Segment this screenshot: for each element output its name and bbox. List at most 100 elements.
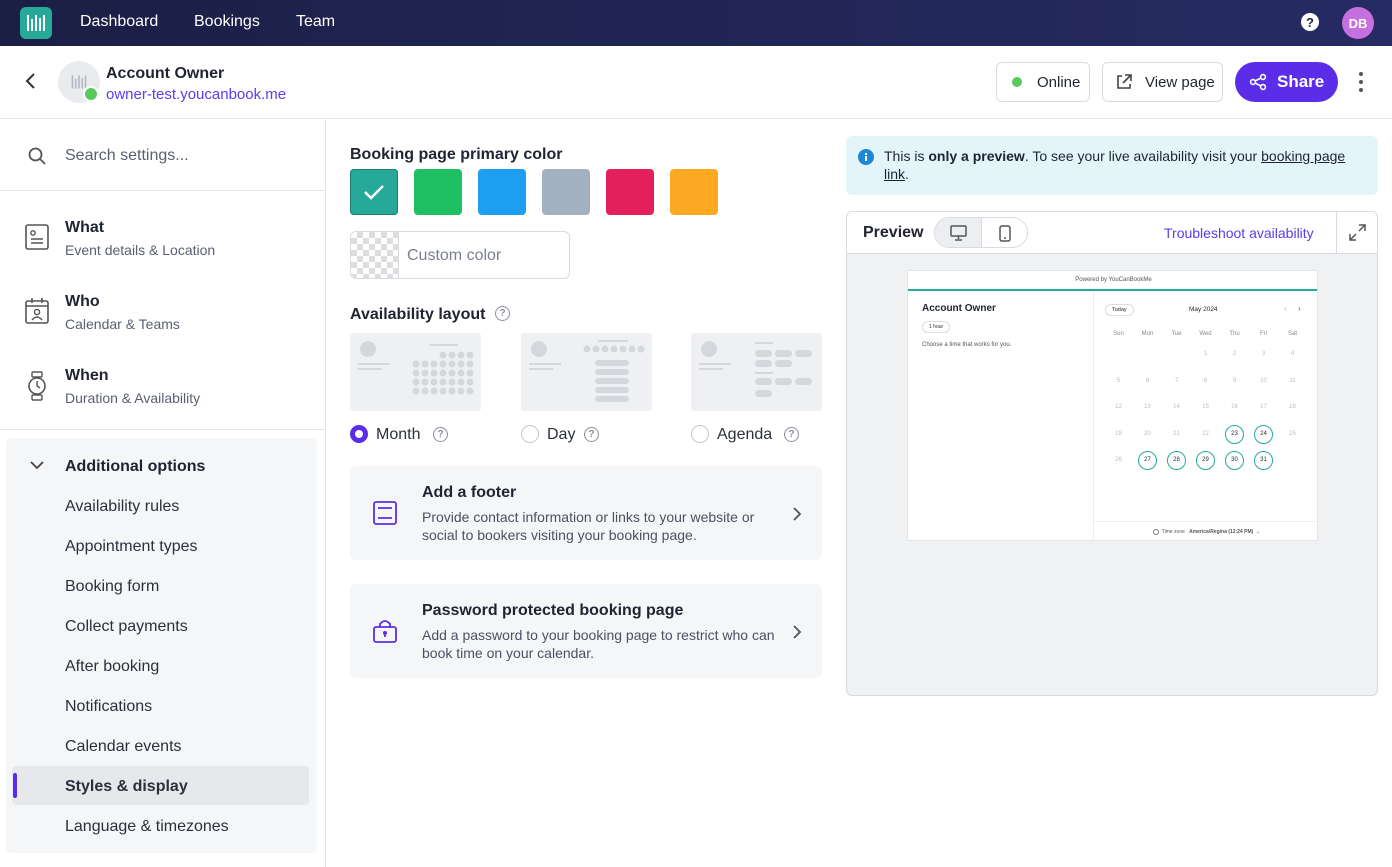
- calendar-day: 7: [1174, 377, 1179, 384]
- day-label[interactable]: Day: [547, 426, 575, 444]
- troubleshoot-availability-link[interactable]: Troubleshoot availability: [1164, 225, 1314, 241]
- chevron-right-icon: [793, 507, 802, 521]
- sidebar-item-styles-display[interactable]: Styles & display: [65, 778, 188, 796]
- share-label: Share: [1277, 72, 1325, 91]
- additional-options-group: Additional options Availability rules Ap…: [6, 438, 317, 853]
- logo-bars-icon: [27, 15, 45, 31]
- app-logo[interactable]: [20, 7, 52, 39]
- timezone-value: America/Regina (12:24 PM): [1189, 529, 1254, 535]
- availability-layout-heading: Availability layout: [350, 306, 486, 323]
- expand-preview-button[interactable]: [1336, 212, 1377, 254]
- month-radio[interactable]: [350, 425, 368, 443]
- account-url-link[interactable]: owner-test.youcanbook.me: [106, 86, 286, 103]
- info-emphasis: only a preview: [928, 148, 1025, 164]
- color-swatch-orange[interactable]: [670, 169, 718, 215]
- additional-options-heading[interactable]: Additional options: [65, 458, 205, 476]
- agenda-radio[interactable]: [691, 425, 709, 443]
- calendar-day: 23: [1231, 430, 1238, 437]
- sidebar-item-after-booking[interactable]: After booking: [65, 658, 159, 676]
- color-swatch-green[interactable]: [414, 169, 462, 215]
- styles-display-panel: Booking page primary color Custom color …: [327, 120, 847, 867]
- question-icon[interactable]: ?: [433, 427, 448, 442]
- mobile-toggle[interactable]: [982, 218, 1027, 247]
- online-label: Online: [1037, 73, 1081, 91]
- agenda-label[interactable]: Agenda: [717, 426, 772, 444]
- more-options-icon[interactable]: [1352, 72, 1370, 92]
- settings-sidebar: Search settings... What Event details & …: [0, 120, 326, 867]
- search-input[interactable]: Search settings...: [65, 147, 189, 165]
- custom-color-field[interactable]: Custom color: [350, 231, 570, 279]
- card-description: Add a password to your booking page to r…: [422, 627, 775, 661]
- calendar-day: 22: [1202, 430, 1209, 437]
- online-status-button[interactable]: Online: [996, 62, 1090, 102]
- month-label[interactable]: Month: [376, 426, 420, 444]
- user-avatar[interactable]: DB: [1342, 7, 1374, 39]
- custom-color-input[interactable]: Custom color: [407, 247, 501, 265]
- expand-icon: [1349, 224, 1366, 241]
- online-status-dot: [83, 86, 99, 102]
- sidebar-item-calendar-events[interactable]: Calendar events: [65, 738, 182, 756]
- nav-team[interactable]: Team: [296, 13, 335, 31]
- calendar-day: 24: [1260, 430, 1267, 437]
- day-layout-thumbnail[interactable]: [521, 333, 652, 411]
- account-name: Account Owner: [106, 65, 225, 82]
- add-footer-card[interactable]: Add a footer Provide contact information…: [350, 466, 822, 560]
- month-layout-thumbnail[interactable]: [350, 333, 481, 411]
- weekday-label: Wed: [1199, 331, 1212, 337]
- sidebar-item-title: What: [65, 219, 105, 236]
- sidebar-item-what[interactable]: What Event details & Location: [0, 205, 325, 275]
- color-swatch-gray[interactable]: [542, 169, 590, 215]
- sidebar-item-who[interactable]: Who Calendar & Teams: [0, 279, 325, 349]
- primary-color-heading: Booking page primary color: [350, 146, 563, 163]
- calendar-day: 5: [1116, 377, 1121, 384]
- timezone-label: Time zone: [1161, 529, 1185, 535]
- color-swatch-teal[interactable]: [350, 169, 398, 215]
- duration-badge: 1 hour: [922, 321, 951, 333]
- sidebar-item-collect-payments[interactable]: Collect payments: [65, 618, 188, 636]
- preview-info-text: This is only a preview. To see your live…: [884, 147, 1354, 183]
- external-link-icon: [1117, 74, 1132, 89]
- color-swatch-pink[interactable]: [606, 169, 654, 215]
- chevron-down-icon[interactable]: [30, 460, 44, 470]
- preview-account-name: Account Owner: [922, 303, 996, 314]
- agenda-layout-thumbnail[interactable]: [691, 333, 822, 411]
- preview-divider: [1093, 291, 1094, 540]
- primary-color-bar: [908, 289, 1317, 291]
- search-settings[interactable]: Search settings...: [0, 120, 325, 191]
- sidebar-item-appointment-types[interactable]: Appointment types: [65, 538, 198, 556]
- password-protection-card[interactable]: Password protected booking page Add a pa…: [350, 584, 822, 678]
- calendar-day: 9: [1232, 377, 1237, 384]
- weekday-label: Fri: [1260, 331, 1267, 337]
- question-icon[interactable]: ?: [495, 306, 510, 321]
- calendar-day: 25: [1289, 430, 1296, 437]
- calendar-day: 27: [1144, 457, 1151, 463]
- question-icon[interactable]: ?: [784, 427, 799, 442]
- color-swatch-blue[interactable]: [478, 169, 526, 215]
- calendar-day: 1: [1203, 351, 1208, 357]
- sidebar-item-availability-rules[interactable]: Availability rules: [65, 498, 179, 516]
- sidebar-item-when[interactable]: When Duration & Availability: [0, 353, 325, 423]
- sidebar-item-booking-form[interactable]: Booking form: [65, 578, 159, 596]
- calendar-day: 15: [1202, 404, 1209, 410]
- prev-month-icon: ‹: [1284, 304, 1287, 313]
- desktop-toggle[interactable]: [935, 218, 982, 247]
- document-icon: [25, 224, 49, 250]
- preview-header: Preview Troubleshoot availability: [847, 212, 1377, 254]
- day-radio[interactable]: [521, 425, 539, 443]
- preview-panel: Preview Troubleshoot availability Powere…: [846, 211, 1378, 696]
- back-arrow-icon[interactable]: [22, 72, 40, 90]
- nav-dashboard[interactable]: Dashboard: [80, 13, 158, 31]
- nav-bookings[interactable]: Bookings: [194, 13, 260, 31]
- help-icon[interactable]: ?: [1301, 13, 1319, 31]
- view-page-button[interactable]: View page: [1102, 62, 1223, 102]
- calendar-day: 19: [1115, 430, 1122, 437]
- question-icon[interactable]: ?: [584, 427, 599, 442]
- share-button[interactable]: Share: [1235, 62, 1338, 102]
- info-middle: . To see your live availability visit yo…: [1024, 148, 1262, 164]
- info-end: .: [905, 166, 909, 182]
- online-dot-icon: [1012, 77, 1022, 87]
- calendar-day: 29: [1202, 457, 1209, 463]
- sidebar-item-language-timezones[interactable]: Language & timezones: [65, 818, 229, 836]
- sidebar-item-notifications[interactable]: Notifications: [65, 698, 152, 716]
- calendar-day: 11: [1289, 377, 1296, 384]
